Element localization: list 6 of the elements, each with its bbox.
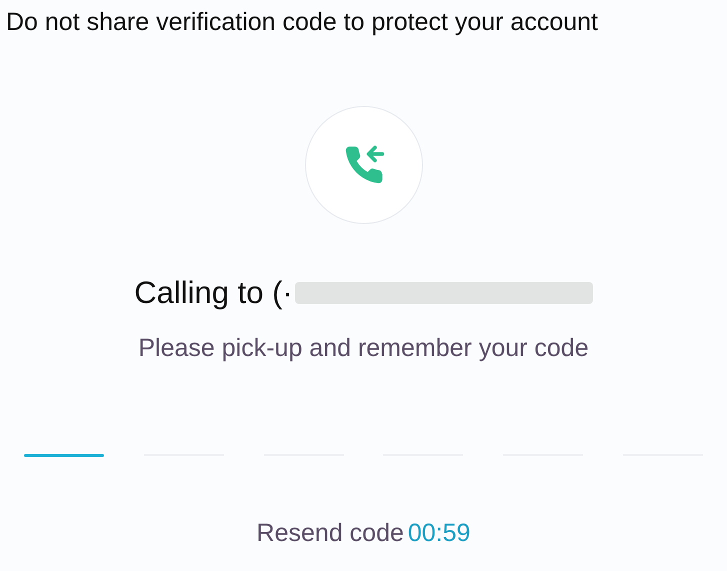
countdown-timer: 00:59 xyxy=(408,518,470,548)
calling-text: Calling to (· xyxy=(134,274,293,312)
resend-label: Resend code xyxy=(256,518,404,548)
code-slot[interactable] xyxy=(24,454,104,456)
instruction-text: Please pick-up and remember your code xyxy=(138,333,589,364)
notice-text: Do not share verification code to protect your account xyxy=(5,7,599,38)
